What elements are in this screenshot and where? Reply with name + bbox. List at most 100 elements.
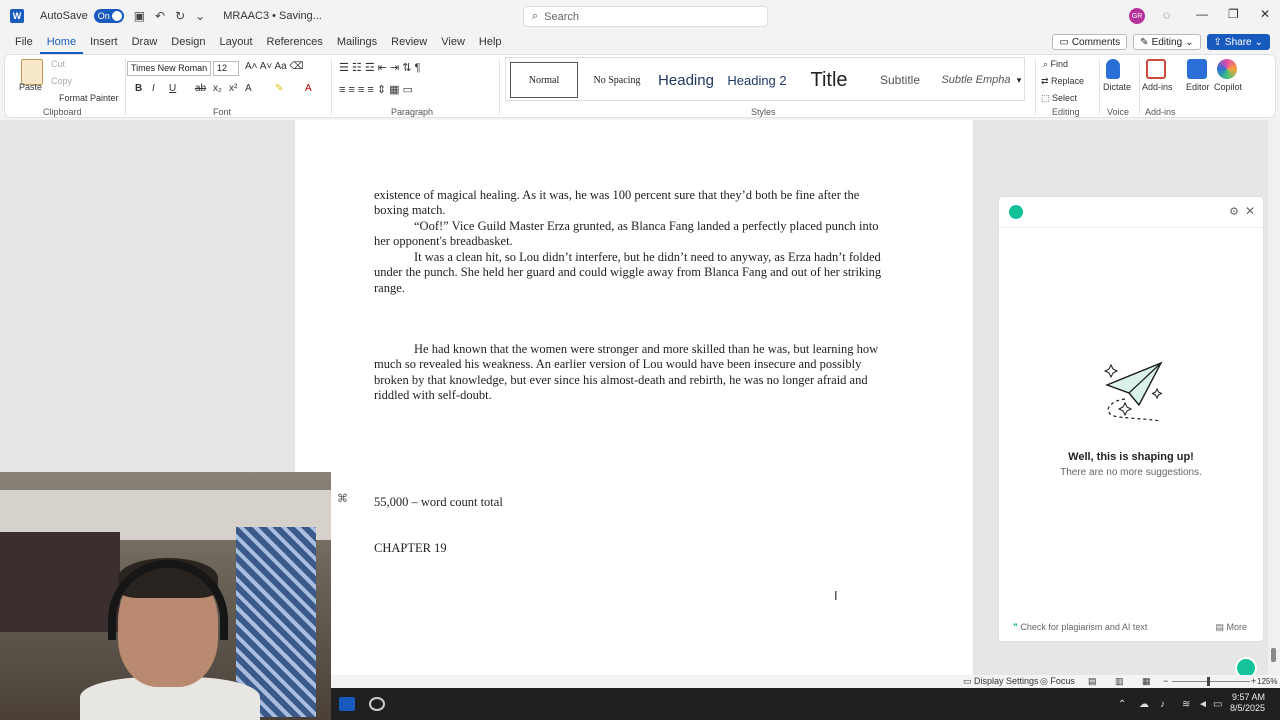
style-heading[interactable]: Heading xyxy=(652,62,720,98)
plagiarism-check-link[interactable]: ❞ Check for plagiarism and AI text xyxy=(1013,622,1147,633)
focus-button[interactable]: ◎ Focus xyxy=(1040,675,1075,688)
bullets-icon[interactable]: ☰ ☷ ☲ ⇤ ⇥ ⇅ ¶ xyxy=(339,61,420,74)
superscript-icon[interactable]: x² xyxy=(229,83,237,94)
web-layout-icon[interactable]: ▦ xyxy=(1142,675,1151,688)
chapter-heading[interactable]: CHAPTER 19 xyxy=(374,541,894,556)
zoom-out-icon[interactable]: − xyxy=(1163,675,1168,688)
tab-view[interactable]: View xyxy=(434,32,472,54)
tab-help[interactable]: Help xyxy=(472,32,509,54)
select-button[interactable]: ⬚ Select xyxy=(1041,93,1077,104)
minimize-icon[interactable]: — xyxy=(1196,7,1208,21)
zoom-level[interactable]: 125% xyxy=(1257,675,1277,688)
close-icon[interactable]: ✕ xyxy=(1245,204,1255,218)
tab-draw[interactable]: Draw xyxy=(125,32,165,54)
cloud-icon[interactable]: ☁ xyxy=(1139,699,1149,710)
editor-icon[interactable] xyxy=(1187,59,1207,79)
share-button[interactable]: ⇪ Share ⌄ xyxy=(1206,34,1270,50)
taskbar-clock[interactable]: 9:57 AM 8/5/2025 xyxy=(1230,692,1265,714)
battery-icon[interactable]: ▭ xyxy=(1213,699,1222,710)
vertical-scrollbar[interactable] xyxy=(1268,120,1280,675)
format-painter-button[interactable]: Format Painter xyxy=(59,93,119,103)
find-button[interactable]: ⌕ Find xyxy=(1043,59,1068,70)
copy-button[interactable]: Copy xyxy=(51,76,72,86)
save-icon[interactable]: ▣ xyxy=(134,9,145,23)
bold-icon[interactable]: B xyxy=(135,83,142,94)
copilot-icon[interactable] xyxy=(1217,59,1237,79)
tab-layout[interactable]: Layout xyxy=(213,32,260,54)
comment-marker-icon[interactable]: ⌘ xyxy=(337,492,348,505)
zoom-slider-thumb[interactable] xyxy=(1207,677,1210,686)
autosave-toggle[interactable]: On xyxy=(93,9,124,23)
more-button[interactable]: ▤ More xyxy=(1215,622,1247,633)
microphone-icon[interactable] xyxy=(1106,59,1120,79)
tab-mailings[interactable]: Mailings xyxy=(330,32,384,54)
share-icon: ⇪ xyxy=(1213,36,1222,48)
restore-icon[interactable]: ❐ xyxy=(1228,7,1239,21)
style-heading-2[interactable]: Heading 2 xyxy=(722,62,792,98)
style-no-spacing[interactable]: No Spacing xyxy=(582,62,652,98)
zoom-slider[interactable] xyxy=(1172,681,1250,682)
ribbon-actions: ▭ Comments ✎ Editing ⌄ ⇪ Share ⌄ xyxy=(1052,34,1270,50)
tab-insert[interactable]: Insert xyxy=(83,32,125,54)
read-mode-icon[interactable]: ▤ xyxy=(1088,675,1097,688)
paragraph-4[interactable]: He had known that the women were stronge… xyxy=(374,342,894,404)
word-taskbar-icon[interactable] xyxy=(339,697,355,711)
highlight-icon[interactable]: ✎ xyxy=(275,83,283,94)
styles-more-icon[interactable]: ▾ xyxy=(1014,62,1024,98)
text-effects-icon[interactable]: A xyxy=(245,83,252,94)
paste-button[interactable]: Paste xyxy=(19,82,42,92)
print-layout-icon[interactable]: ▥ xyxy=(1115,675,1124,688)
display-settings-button[interactable]: ▭ Display Settings xyxy=(963,675,1039,688)
wifi-icon[interactable]: ≋ xyxy=(1182,699,1190,710)
add-ins-icon[interactable] xyxy=(1146,59,1166,79)
editor-button[interactable]: Editor xyxy=(1186,82,1210,92)
copilot-button[interactable]: Copilot xyxy=(1214,82,1242,92)
italic-icon[interactable]: I xyxy=(152,83,155,94)
dictate-button[interactable]: Dictate xyxy=(1103,82,1131,92)
redo-icon[interactable]: ↻ xyxy=(175,9,185,23)
lightbulb-icon[interactable]: ◌ xyxy=(1163,8,1170,22)
gear-icon[interactable]: ⚙ xyxy=(1229,205,1239,218)
comments-label: Comments xyxy=(1071,36,1121,48)
chevron-up-icon[interactable]: ⌃ xyxy=(1118,699,1126,710)
editing-mode-button[interactable]: ✎ Editing ⌄ xyxy=(1133,34,1201,50)
scrollbar-thumb[interactable] xyxy=(1271,648,1276,662)
style-normal[interactable]: Normal xyxy=(510,62,578,98)
cut-button[interactable]: Cut xyxy=(51,59,65,69)
tab-file[interactable]: File xyxy=(8,32,40,54)
grow-font-icon[interactable]: A˄ A˅ Aa ⌫ xyxy=(245,61,304,72)
search-input[interactable]: ⌕ Search xyxy=(523,6,768,27)
style-subtle-emphasis[interactable]: Subtle Empha xyxy=(938,62,1014,98)
tab-review[interactable]: Review xyxy=(384,32,434,54)
styles-group-label: Styles xyxy=(751,107,776,117)
tab-references[interactable]: References xyxy=(260,32,330,54)
style-subtitle[interactable]: Subtitle xyxy=(866,62,934,98)
word-count-note[interactable]: 55,000 – word count total xyxy=(374,495,894,510)
select-label: Select xyxy=(1052,93,1078,103)
paragraph-2[interactable]: “Oof!” Vice Guild Master Erza grunted, a… xyxy=(374,219,894,250)
microphone-tray-icon[interactable]: ♪ xyxy=(1160,699,1165,710)
zoom-in-icon[interactable]: + xyxy=(1251,675,1256,688)
strikethrough-icon[interactable]: ab xyxy=(195,83,206,94)
comments-button[interactable]: ▭ Comments xyxy=(1052,34,1128,50)
align-left-icon[interactable]: ≡ ≡ ≡ ≡ ⇕ ▦ ▭ xyxy=(339,83,413,96)
font-size-select[interactable]: 12 xyxy=(213,61,239,76)
speaker-icon[interactable]: ◄ xyxy=(1198,699,1208,710)
obs-taskbar-icon[interactable] xyxy=(369,697,385,711)
tab-home[interactable]: Home xyxy=(39,32,84,54)
subscript-icon[interactable]: x₂ xyxy=(213,83,222,94)
undo-icon[interactable]: ↶ xyxy=(155,9,165,23)
paragraph-1[interactable]: existence of magical healing. As it was,… xyxy=(374,188,894,219)
replace-button[interactable]: ⇄ Replace xyxy=(1041,76,1084,87)
underline-icon[interactable]: U xyxy=(169,83,176,94)
document-title[interactable]: MRAAC3 • Saving... xyxy=(223,10,322,22)
style-title[interactable]: Title xyxy=(796,62,862,98)
add-ins-button[interactable]: Add-ins xyxy=(1142,82,1173,92)
paragraph-3[interactable]: It was a clean hit, so Lou didn’t interf… xyxy=(374,250,894,296)
customize-toolbar-icon[interactable]: ⌄ xyxy=(195,9,205,23)
avatar[interactable]: GR xyxy=(1129,8,1145,24)
font-name-select[interactable]: Times New Roman xyxy=(127,61,211,76)
font-color-icon[interactable]: A xyxy=(305,83,312,94)
close-icon[interactable]: ✕ xyxy=(1260,7,1270,21)
tab-design[interactable]: Design xyxy=(164,32,212,54)
